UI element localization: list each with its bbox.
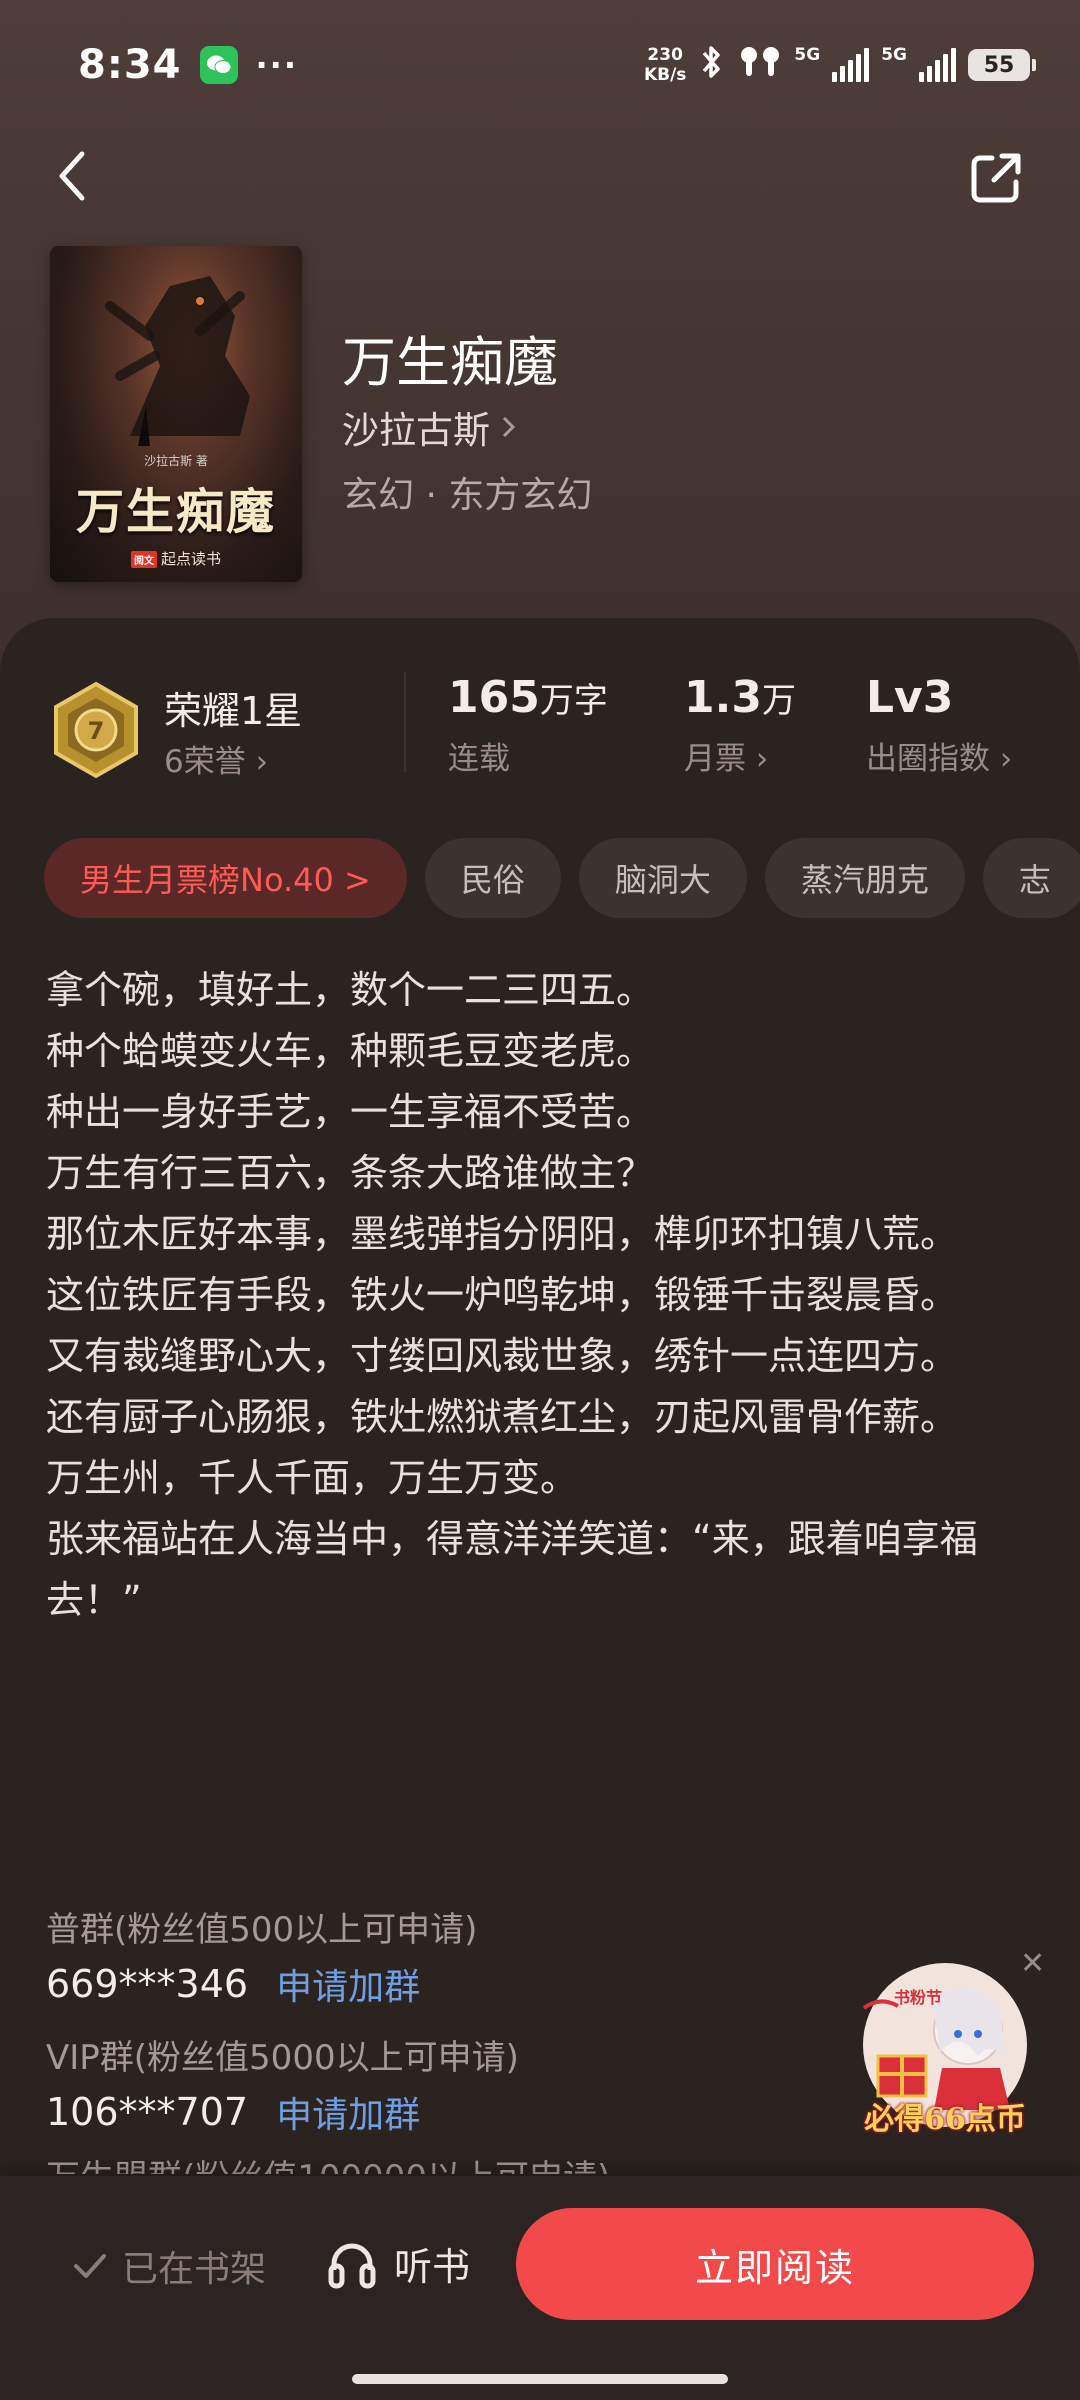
synopsis-line: 万生有行三百六，条条大路谁做主？ — [46, 1151, 655, 1195]
cover-publisher: 阅文 起点读书 — [50, 548, 302, 569]
synopsis-line: 还有厨子心肠狠，铁灶燃狱煮红尘，刃起风雷骨作薪。 — [46, 1395, 959, 1439]
svg-text:7: 7 — [88, 717, 105, 745]
network-speed: 230 KB/s — [644, 45, 686, 85]
honor-count-link[interactable]: 6荣誉 › — [164, 736, 268, 781]
honor-name: 荣耀1星 — [164, 689, 303, 733]
rank-tag[interactable]: 男生月票榜No.40 > — [44, 838, 407, 918]
popularity-label: 出圈指数 — [866, 741, 990, 777]
honor-badge-icon[interactable]: 7 — [48, 680, 144, 780]
group-label: 万生盟群(粉丝值100000以上可申请) — [46, 2150, 610, 2174]
chevron-right-icon: › — [755, 741, 769, 777]
join-group-link[interactable]: 申请加群 — [276, 1958, 420, 2010]
earbuds-icon — [738, 44, 782, 86]
read-now-button[interactable]: 立即阅读 — [516, 2208, 1034, 2320]
word-count-value: 165 — [448, 672, 540, 723]
synopsis-line: 那位木匠好本事，墨线弹指分阴阳，榫卯环扣镇八荒。 — [46, 1212, 959, 1256]
author-name: 沙拉古斯 — [342, 409, 490, 452]
book-synopsis[interactable]: 拿个碗，填好土，数个一二三四五。 种个蛤蟆变火车，种颗毛豆变老虎。 种出一身好手… — [46, 960, 1036, 1631]
status-time: 8:34 — [78, 42, 182, 88]
popularity-index-stat[interactable]: Lv3 出圈指数 › — [866, 672, 1012, 778]
synopsis-line: 种出一身好手艺，一生享福不受苦。 — [46, 1090, 655, 1134]
back-button[interactable] — [52, 148, 112, 218]
bluetooth-icon — [698, 43, 726, 87]
tag-partial[interactable]: 志 — [982, 838, 1080, 918]
tag-row: 男生月票榜No.40 > 民俗 脑洞大 蒸汽朋克 志 — [44, 838, 1080, 918]
synopsis-line: 张来福站在人海当中，得意洋洋笑道：“来，跟着咱享福去！” — [46, 1517, 978, 1622]
publisher-tag: 阅文 — [130, 551, 157, 568]
chevron-right-icon: › — [255, 744, 268, 780]
book-cover[interactable]: 沙拉古斯 著 万生痴魔 阅文 起点读书 — [50, 246, 302, 582]
promo-banner[interactable]: 书粉节 必得66点币 — [850, 1960, 1040, 2140]
network-speed-unit: KB/s — [643, 65, 687, 85]
cover-artwork-image — [105, 276, 250, 446]
monthly-ticket-label: 月票 — [684, 741, 746, 777]
network-type-2: 5G — [881, 45, 907, 65]
tag-imaginative[interactable]: 脑洞大 — [578, 838, 747, 918]
group-label: VIP群(粉丝值5000以上可申请) — [46, 2038, 519, 2078]
monthly-ticket-stat[interactable]: 1.3万 月票 › — [684, 672, 796, 778]
monthly-ticket-unit: 万 — [761, 681, 796, 721]
chevron-right-icon: › — [999, 741, 1013, 777]
share-icon — [971, 153, 1021, 203]
join-group-link[interactable]: 申请加群 — [276, 2086, 420, 2138]
tag-steampunk[interactable]: 蒸汽朋克 — [764, 838, 965, 918]
synopsis-line: 万生州，千人千面，万生万变。 — [46, 1456, 579, 1500]
book-stats: 7 荣耀1星 6荣誉 › 165万字 连载 1.3万 月票 › Lv3 出圈指数… — [0, 660, 1080, 780]
listen-label: 听书 — [394, 2245, 471, 2289]
honor-count: 6荣誉 — [164, 744, 246, 780]
divider — [404, 672, 406, 772]
in-bookshelf-label: 已在书架 — [122, 2249, 267, 2290]
network-type-1: 5G — [794, 45, 821, 65]
group-row: 669***346 申请加群 — [46, 1958, 420, 2010]
network-speed-value: 230 — [647, 45, 683, 65]
cover-author: 沙拉古斯 著 — [144, 454, 208, 468]
group-row: 106***707 申请加群 — [46, 2086, 420, 2138]
synopsis-line: 这位铁匠有手段，铁火一炉鸣乾坤，锻锤千击裂晨昏。 — [46, 1273, 959, 1317]
word-count-stat: 165万字 连载 — [448, 672, 608, 778]
chevron-right-icon — [502, 416, 516, 438]
wechat-icon — [199, 46, 238, 84]
synopsis-line: 种个蛤蟆变火车，种颗毛豆变老虎。 — [46, 1029, 655, 1073]
listen-button[interactable]: 听书 — [326, 2236, 470, 2291]
group-number: 106***707 — [46, 2090, 249, 2134]
cover-publisher-label: 起点读书 — [160, 550, 221, 568]
popularity-level: Lv3 — [866, 672, 954, 723]
monthly-ticket-value: 1.3 — [684, 672, 762, 723]
headphones-icon — [328, 2243, 376, 2288]
more-notifications-icon: ··· — [255, 46, 298, 84]
chevron-left-icon — [59, 151, 85, 201]
check-icon — [74, 2254, 106, 2278]
group-label: 普群(粉丝值500以上可申请) — [46, 1910, 478, 1950]
status-bar: 8:34 ··· 230 KB/s 5G 5G 55 — [0, 30, 1080, 100]
promo-badge: 书粉节 — [894, 1988, 943, 2007]
serial-status: 连载 — [448, 741, 510, 777]
home-indicator[interactable] — [352, 2374, 728, 2384]
battery-indicator: 55 — [968, 49, 1036, 81]
synopsis-line: 又有裁缝野心大，寸缕回风裁世象，绣针一点连四方。 — [46, 1334, 959, 1378]
signal-icon-2 — [919, 48, 956, 82]
in-bookshelf-button[interactable]: 已在书架 — [72, 2240, 266, 2292]
group-number: 669***346 — [46, 1962, 249, 2006]
book-title: 万生痴魔 — [342, 331, 558, 394]
author-link[interactable]: 沙拉古斯 — [342, 400, 518, 454]
word-count-unit: 万字 — [539, 681, 608, 721]
share-button[interactable] — [968, 150, 1028, 210]
synopsis-line: 拿个碗，填好土，数个一二三四五。 — [46, 968, 655, 1012]
cover-title: 万生痴魔 — [75, 484, 276, 540]
tag-folk[interactable]: 民俗 — [424, 838, 561, 918]
signal-icon-1 — [832, 48, 870, 82]
book-genre: 玄幻 · 东方玄幻 — [342, 475, 593, 516]
promo-caption: 必得66点币 — [864, 2102, 1026, 2137]
